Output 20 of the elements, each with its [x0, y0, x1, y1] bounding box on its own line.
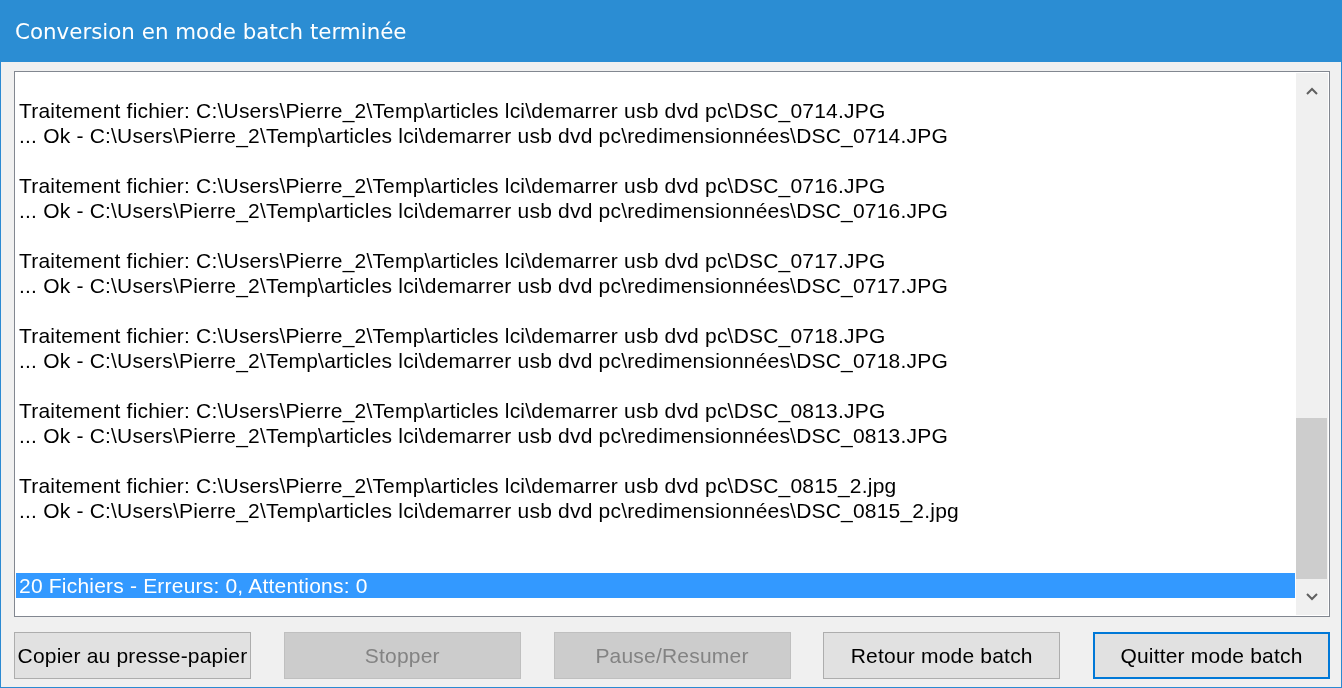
action-button[interactable]: Copier au presse-papier [14, 632, 251, 679]
log-line: ... Ok - C:\Users\Pierre_2\Temp\articles lci\demarrer usb dvd pc\redimensionnées\DSC_0714.JPG [18, 123, 949, 148]
log-line: Traitement fichier: C:\Users\Pierre_2\Temp\articles lci\demarrer usb dvd pc\DSC_0718.JPG [18, 323, 887, 348]
scrollbar[interactable] [1296, 73, 1328, 615]
chevron-down-icon [1306, 593, 1318, 601]
action-button[interactable]: Quitter mode batch [1093, 632, 1330, 679]
action-button[interactable]: Retour mode batch [823, 632, 1061, 679]
log-line: ... Ok - C:\Users\Pierre_2\Temp\articles lci\demarrer usb dvd pc\redimensionnées\DSC_0815_2.jpg [18, 498, 960, 523]
scrollbar-thumb[interactable] [1296, 418, 1327, 579]
log-line: ... Ok - C:\Users\Pierre_2\Temp\articles lci\demarrer usb dvd pc\redimensionnées\DSC_0718.JPG [18, 348, 949, 373]
log-line: Traitement fichier: C:\Users\Pierre_2\Temp\articles lci\demarrer usb dvd pc\DSC_0815_2.jpg [18, 473, 898, 498]
log-line: Traitement fichier: C:\Users\Pierre_2\Temp\articles lci\demarrer usb dvd pc\DSC_0716.JPG [18, 173, 887, 198]
window-title: Conversion en mode batch terminée [15, 18, 407, 44]
log-line: ... Ok - C:\Users\Pierre_2\Temp\articles lci\demarrer usb dvd pc\redimensionnées\DSC_0716.JPG [18, 198, 949, 223]
log-line: ... Ok - C:\Users\Pierre_2\Temp\articles lci\demarrer usb dvd pc\redimensionnées\DSC_0717.JPG [18, 273, 949, 298]
log-line: Traitement fichier: C:\Users\Pierre_2\Temp\articles lci\demarrer usb dvd pc\DSC_0717.JPG [18, 248, 887, 273]
chevron-up-icon [1306, 87, 1318, 95]
log-line: Traitement fichier: C:\Users\Pierre_2\Temp\articles lci\demarrer usb dvd pc\DSC_0714.JPG [18, 98, 887, 123]
log-line: Traitement fichier: C:\Users\Pierre_2\Temp\articles lci\demarrer usb dvd pc\DSC_0813.JPG [18, 398, 887, 423]
log-line: ... Ok - C:\Users\Pierre_2\Temp\articles lci\demarrer usb dvd pc\redimensionnées\DSC_0813.JPG [18, 423, 949, 448]
